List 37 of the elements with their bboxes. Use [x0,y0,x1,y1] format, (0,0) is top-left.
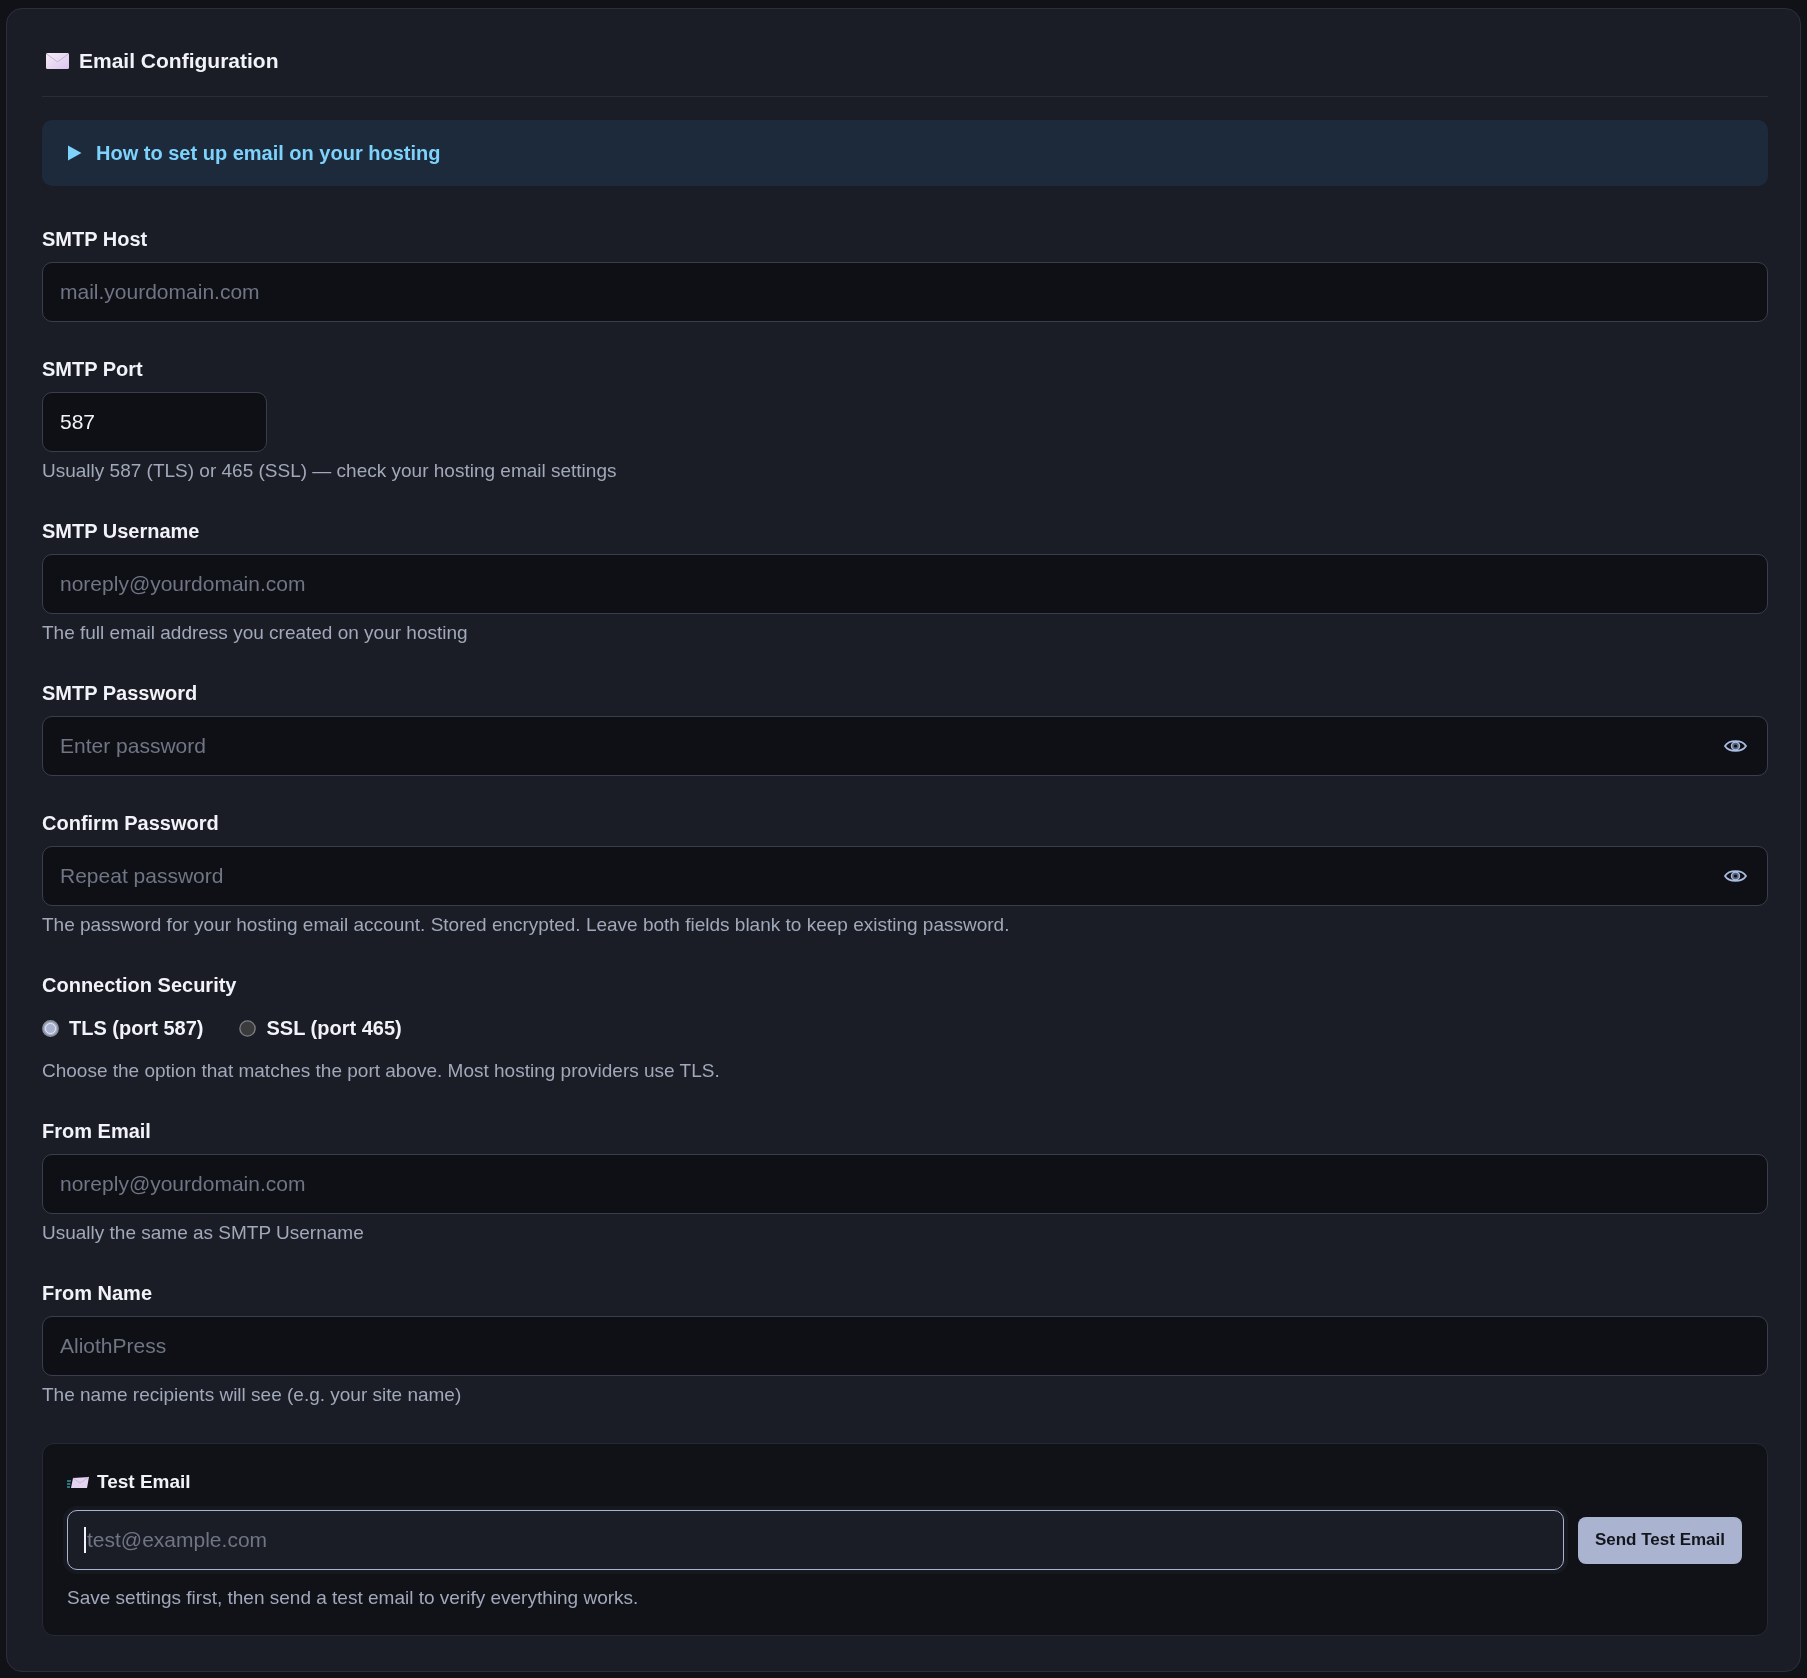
envelope-icon [46,52,69,69]
text-cursor-icon [84,1527,86,1553]
panel-title: Email Configuration [79,47,279,74]
password-field[interactable]: Repeat password [42,846,1768,906]
field-label: SMTP Username [42,519,201,543]
eye-icon[interactable] [1724,868,1747,884]
field-label: Connection Security [42,973,238,997]
envelope-icon [67,1475,89,1489]
field-hint: Save settings first, then send a test email to verify everything works. [67,1586,640,1610]
field-label: From Email [42,1119,152,1143]
field-label: SMTP Password [42,681,199,705]
port-field[interactable]: 587 [42,392,267,452]
field-hint: The name recipients will see (e.g. your site name) [42,1383,463,1407]
triangle-icon [67,145,82,161]
field-hint: The full email address you created on your hosting [42,621,469,645]
radio-icon[interactable] [42,1019,59,1037]
text-field[interactable]: noreply@yourdomain.com [42,554,1768,614]
test-email-title: Test Email [97,1470,191,1494]
field-hint: Usually the same as SMTP Username [42,1221,365,1245]
help-summary[interactable]: How to set up email on your hosting [42,120,1768,186]
send-test-email-button[interactable]: Send Test Email [1577,1516,1742,1564]
radio-option[interactable]: SSL (port 465) [239,1016,402,1040]
eye-icon[interactable] [1724,738,1747,754]
field-hint: Choose the option that matches the port above. Most hosting providers use TLS. [42,1059,721,1083]
field-label: SMTP Port [42,357,144,381]
text-field[interactable]: noreply@yourdomain.com [42,1154,1768,1214]
email-field[interactable]: test@example.com [67,1510,1564,1570]
text-field[interactable]: AliothPress [42,1316,1768,1376]
field-hint: The password for your hosting email account. Stored encrypted. Leave both fields blank to keep existing password. [42,913,1011,937]
radio-option[interactable]: TLS (port 587) [42,1016,204,1040]
field-label: Confirm Password [42,811,220,835]
field-label: From Name [42,1281,154,1305]
password-field[interactable]: Enter password [42,716,1768,776]
radio-icon[interactable] [239,1019,257,1037]
field-label: SMTP Host [42,227,149,251]
field-hint: Usually 587 (TLS) or 465 (SSL) — check your hosting email settings [42,459,618,483]
text-field[interactable]: mail.yourdomain.com [42,262,1768,322]
